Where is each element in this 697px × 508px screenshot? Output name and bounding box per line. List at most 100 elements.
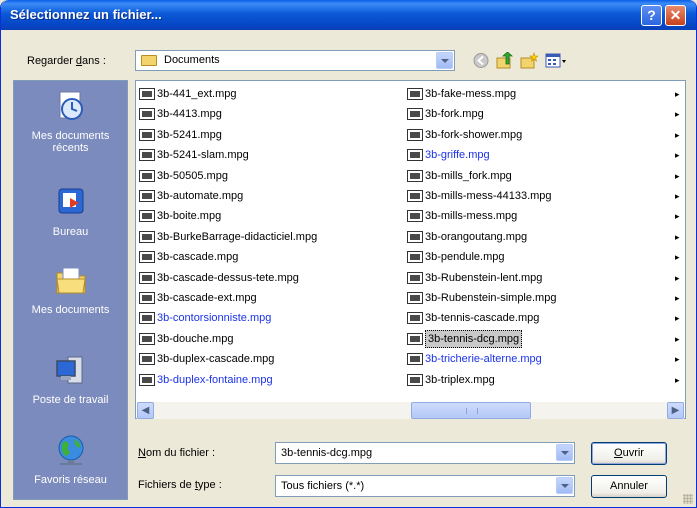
video-file-icon (407, 292, 423, 304)
truncated-file-icon: ▸ (675, 333, 680, 344)
truncated-file-icon: ▸ (675, 272, 680, 283)
video-file-icon (407, 271, 423, 284)
filetype-dropdown[interactable]: Tous fichiers (*.*) (275, 475, 575, 497)
desktop-icon (58, 188, 83, 214)
open-button-label: uvrir (622, 447, 644, 459)
filename-input[interactable]: 3b-tennis-dcg.mpg (275, 442, 575, 464)
look-in-dropdown[interactable]: Documents (135, 50, 455, 71)
back-icon[interactable] (472, 52, 490, 69)
filetype-label: Fichiers de type : (138, 479, 222, 491)
video-file-icon (139, 210, 155, 223)
places-bar: Mes documents récents Bureau Mes documen… (13, 80, 128, 500)
video-file-icon (407, 210, 423, 223)
chevron-down-icon[interactable] (556, 444, 573, 461)
chevron-down-icon[interactable] (436, 52, 453, 69)
truncated-file-icon: ▸ (675, 374, 680, 385)
video-file-icon (139, 149, 155, 162)
file-name: 3b-Rubenstein-simple.mpg (425, 292, 557, 304)
horizontal-scrollbar[interactable]: ◀ ▶ (137, 402, 684, 419)
file-list[interactable]: ◀ ▶ 3b-441_ext.mpg 3b-4413.mpg 3b-5241.mpg… (135, 80, 686, 419)
file-name: 3b-contorsionniste.mpg (157, 312, 272, 325)
file-name: 3b-tennis-cascade.mpg (425, 312, 540, 325)
folder-icon (141, 55, 157, 66)
file-name: 3b-cascade.mpg (157, 251, 239, 264)
filename-value: 3b-tennis-dcg.mpg (281, 447, 373, 459)
video-file-icon (139, 332, 155, 345)
new-folder-icon[interactable] (520, 52, 538, 69)
truncated-file-icon: ▸ (675, 150, 680, 161)
close-button[interactable]: ✕ (665, 5, 686, 26)
truncated-file-icon: ▸ (675, 109, 680, 120)
file-name: 3b-griffe.mpg (425, 149, 490, 162)
file-name: 3b-50505.mpg (157, 169, 228, 182)
video-file-icon (407, 190, 423, 202)
resize-grip[interactable] (683, 494, 693, 504)
help-icon: ? (647, 7, 656, 23)
open-button[interactable]: Ouvrir (591, 442, 667, 465)
window-title: Sélectionnez un fichier... (10, 7, 162, 22)
video-file-icon (139, 128, 155, 141)
video-file-icon (139, 190, 155, 202)
place-my-computer[interactable]: Poste de travail (14, 353, 127, 406)
video-file-icon (407, 353, 423, 366)
place-label: Bureau (52, 226, 89, 238)
file-name: 3b-mills-mess.mpg (425, 210, 518, 223)
video-file-icon (407, 312, 423, 325)
file-dialog: Sélectionnez un fichier... ? ✕ Regarder … (0, 0, 697, 508)
truncated-file-icon: ▸ (675, 129, 680, 140)
video-file-icon (139, 353, 155, 366)
file-name: 3b-tennis-dcg.mpg (425, 329, 523, 348)
file-name: 3b-tricherie-alterne.mpg (425, 353, 542, 366)
scroll-right-button[interactable]: ▶ (667, 402, 684, 419)
file-name: 3b-5241.mpg (157, 128, 222, 141)
truncated-file-icon: ▸ (675, 170, 680, 181)
video-file-icon (139, 230, 155, 243)
file-name: 3b-automate.mpg (157, 190, 244, 202)
filename-label: Nom du fichier : (138, 447, 215, 459)
look-in-value: Documents (164, 54, 220, 66)
look-in-label-prefix: Regarder (27, 55, 76, 67)
file-name: 3b-441_ext.mpg (157, 88, 237, 100)
help-button[interactable]: ? (641, 5, 662, 26)
chevron-down-icon[interactable] (556, 477, 573, 494)
cancel-button[interactable]: Annuler (591, 475, 667, 498)
scrollbar-thumb[interactable] (411, 402, 531, 419)
open-button-accel: O (614, 447, 623, 459)
video-file-icon (139, 88, 155, 100)
file-name: 3b-orangoutang.mpg (425, 230, 528, 243)
view-menu-icon[interactable] (545, 52, 567, 69)
video-file-icon (407, 88, 423, 100)
file-name: 3b-boite.mpg (157, 210, 222, 223)
filetype-value: Tous fichiers (*.*) (281, 480, 365, 492)
file-name: 3b-BurkeBarrage-didacticiel.mpg (157, 230, 318, 243)
place-recent-documents[interactable]: Mes documents récents (14, 89, 127, 154)
file-name: 3b-duplex-cascade.mpg (157, 353, 275, 366)
file-name: 3b-5241-slam.mpg (157, 149, 249, 162)
video-file-icon (407, 169, 423, 182)
truncated-file-icon: ▸ (675, 231, 680, 242)
video-file-icon (139, 108, 155, 121)
file-name: 3b-Rubenstein-lent.mpg (425, 271, 543, 284)
place-desktop[interactable]: Bureau (14, 185, 127, 238)
file-name: 3b-fork.mpg (425, 108, 484, 121)
place-my-documents[interactable]: Mes documents (14, 263, 127, 316)
place-network[interactable]: Favoris réseau (14, 433, 127, 486)
file-name: 3b-fork-shower.mpg (425, 128, 523, 141)
file-name: 3b-cascade-ext.mpg (157, 292, 257, 304)
filename-label-accel: N (138, 447, 146, 459)
place-label: Favoris réseau (34, 474, 107, 486)
video-file-icon (407, 373, 423, 386)
my-computer-icon (55, 356, 82, 384)
file-name: 3b-mills-mess-44133.mpg (425, 190, 552, 202)
recent-documents-icon (59, 91, 83, 120)
video-file-icon (139, 373, 155, 386)
up-folder-icon[interactable] (496, 52, 514, 69)
file-name: 3b-mills_fork.mpg (425, 169, 512, 182)
truncated-file-icon: ▸ (675, 313, 680, 324)
filename-label-rest: om du fichier : (145, 447, 216, 459)
video-file-icon (407, 108, 423, 121)
title-bar[interactable]: Sélectionnez un fichier... ? ✕ (1, 0, 696, 30)
file-name: 3b-duplex-fontaine.mpg (157, 373, 273, 386)
scroll-left-button[interactable]: ◀ (137, 402, 154, 419)
file-name: 3b-triplex.mpg (425, 373, 495, 386)
